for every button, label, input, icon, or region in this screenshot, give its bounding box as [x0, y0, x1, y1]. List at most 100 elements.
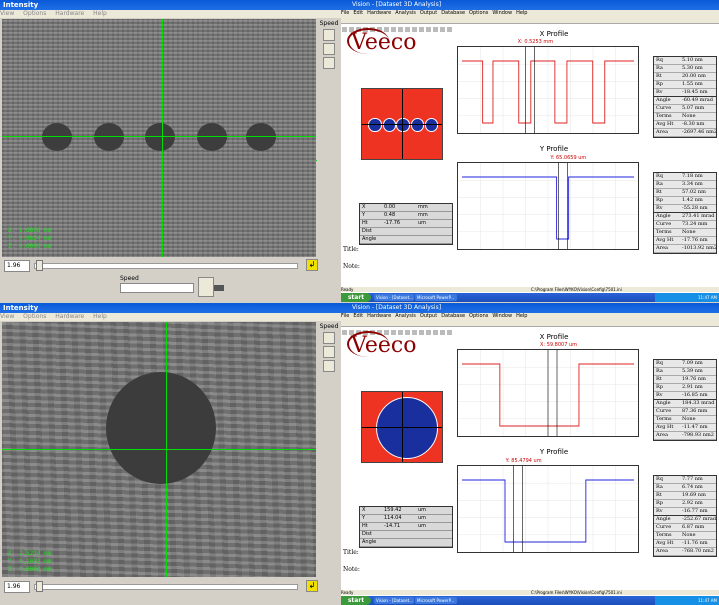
stat-row: Angle 184.33 mrad	[654, 400, 716, 408]
map-cursor[interactable]	[362, 124, 442, 125]
y-profile-chart[interactable]: Y: 85.4794 umY: 85.4794 um	[457, 458, 639, 553]
window-title: Vision - [Dataset 3D Analysis]	[341, 303, 719, 313]
menu-item[interactable]: File	[341, 313, 349, 319]
intensity-image[interactable]: X: 2.5214 mm Y: 0.1033 mm Z: 0.0000 mm	[2, 322, 316, 577]
stat-row: Angle -252.67 mrad	[654, 516, 717, 524]
menu-item[interactable]: Window	[492, 313, 512, 319]
intensity-image[interactable]: X: 1.6898 mm Y: 0.9624 mm Z: 0.0000 mm	[2, 19, 316, 257]
x-profile-chart[interactable]: X: 0.5253 mmX: 0.5253 mm	[457, 39, 639, 134]
map-cursor[interactable]	[362, 427, 442, 428]
crosshair-vertical[interactable]	[162, 19, 163, 257]
system-tray: 11:47 AM	[655, 596, 719, 605]
menu-item[interactable]: Help	[516, 10, 527, 16]
intensity-slider-thumb[interactable]	[36, 260, 43, 271]
hole	[145, 123, 175, 151]
menu-help[interactable]: Help	[93, 313, 107, 320]
speed-button[interactable]	[323, 29, 335, 41]
x-profile-chart[interactable]: X: 59.8007 umX: 59.8007 um	[457, 342, 639, 437]
stat-row: Rt 19.69 nm	[654, 492, 716, 500]
surface-map[interactable]	[361, 88, 443, 160]
y-profile-stats: Rq 7.77 nm Ra 6.74 nm Rt 19.69 nm Rp 2.92 nm Rv -…	[653, 475, 717, 517]
stat-row: Area -768.70 nm2	[654, 548, 716, 556]
toolbar[interactable]	[341, 17, 719, 32]
measurement-row: X 159.42 um	[360, 507, 452, 515]
y-profile-title: Y Profile	[539, 145, 569, 153]
profile-svg: Y: 65.0659 um	[458, 157, 638, 249]
menu-item[interactable]: Database	[441, 10, 465, 16]
pin-button[interactable]: ↲	[306, 580, 318, 592]
hole	[42, 123, 72, 151]
x-profile-stats: Rq 5.10 nm Ra 5.30 nm Rt 20.00 nm Rp 1.55 nm Rv -…	[653, 56, 717, 98]
menu-item[interactable]: Output	[420, 10, 437, 16]
stat-row: Rq 7.18 nm	[654, 173, 716, 181]
intensity-value-field[interactable]: 1.96	[4, 581, 30, 593]
intensity-slider-track[interactable]	[34, 263, 298, 269]
menu-item[interactable]: Analysis	[395, 313, 416, 319]
menu-help[interactable]: Help	[93, 10, 107, 17]
hole	[106, 372, 216, 484]
menu-item[interactable]: Options	[469, 10, 488, 16]
speed-button[interactable]	[323, 43, 335, 55]
menu-item[interactable]: Options	[469, 313, 488, 319]
taskbar-item[interactable]: Microsoft PowerP...	[415, 597, 457, 604]
measurement-row: Angle	[360, 539, 452, 547]
speed-button[interactable]	[323, 346, 335, 358]
menu-item[interactable]: Edit	[353, 10, 363, 16]
title-label: Title:	[343, 549, 359, 556]
menu-options[interactable]: Options	[23, 313, 46, 320]
menu-item[interactable]: Database	[441, 313, 465, 319]
window-title: Intensity	[0, 303, 341, 313]
surface-map[interactable]	[361, 391, 443, 463]
stat-row: Curve 6.87 mm	[654, 524, 716, 532]
stat-row: Rp 2.92 nm	[654, 500, 716, 508]
menu-item[interactable]: Hardware	[367, 313, 391, 319]
intensity-slider-row: 1.96 ↲ Speed	[0, 257, 341, 302]
crosshair-horizontal[interactable]	[2, 449, 316, 450]
crosshair-vertical[interactable]	[166, 322, 167, 577]
menu-item[interactable]: Edit	[353, 313, 363, 319]
toolbar[interactable]	[341, 320, 719, 335]
menu-view[interactable]: View	[0, 10, 14, 17]
intensity-slider-track[interactable]	[34, 584, 298, 590]
intensity-slider-thumb[interactable]	[36, 581, 43, 592]
stat-row: Rt 20.00 nm	[654, 73, 716, 81]
position-readout: X: 2.5214 mm Y: 0.1033 mm Z: 0.0000 mm	[8, 550, 52, 573]
veeco-logo: Veeco	[351, 30, 417, 55]
menu-view[interactable]: View	[0, 313, 14, 320]
menu-item[interactable]: Analysis	[395, 10, 416, 16]
speed-steps[interactable]	[120, 283, 194, 293]
x-profile-stats-extra: Angle -60.49 mrad Curve 5.07 mm Terms None Avg…	[653, 96, 717, 138]
menu-item[interactable]: Hardware	[367, 10, 391, 16]
measurement-row: X 0.00 mm	[360, 204, 452, 212]
speed-indicator	[198, 277, 214, 297]
taskbar-item[interactable]: Microsoft PowerP...	[415, 294, 457, 301]
camera-icon[interactable]	[214, 285, 224, 291]
vision-window-bottom: Vision - [Dataset 3D Analysis] File Edit H…	[341, 303, 719, 605]
start-button[interactable]: start	[341, 293, 371, 302]
taskbar-item[interactable]: Vision - [Dataset...	[374, 294, 414, 301]
measurement-row: Y 114.04 um	[360, 515, 452, 523]
speed-button[interactable]	[323, 57, 335, 69]
speed-button[interactable]	[323, 360, 335, 372]
menu-bar: View Options Hardware Help	[0, 313, 341, 321]
stat-row: Terms None	[654, 532, 716, 540]
speed-button[interactable]	[323, 332, 335, 344]
stat-row: Curve 5.07 mm	[654, 105, 716, 113]
menu-item[interactable]: File	[341, 10, 349, 16]
stat-row: Area -1013.92 nm2	[654, 245, 718, 253]
menu-item[interactable]: Output	[420, 313, 437, 319]
crosshair-horizontal[interactable]	[2, 136, 316, 137]
intensity-value-field[interactable]: 1.96	[4, 260, 30, 272]
taskbar-item[interactable]: Vision - [Dataset...	[374, 597, 414, 604]
title-label: Title:	[343, 246, 359, 253]
stat-row: Angle 273.41 mrad	[654, 213, 716, 221]
menu-hardware[interactable]: Hardware	[55, 313, 84, 320]
menu-item[interactable]: Help	[516, 313, 527, 319]
y-profile-chart[interactable]: Y: 65.0659 umY: 65.0659 um	[457, 155, 639, 250]
menu-item[interactable]: Window	[492, 10, 512, 16]
pin-button[interactable]: ↲	[306, 259, 318, 271]
menu-hardware[interactable]: Hardware	[55, 10, 84, 17]
menu-options[interactable]: Options	[23, 10, 46, 17]
start-button[interactable]: start	[341, 596, 371, 605]
cursor-readout: X: 59.8007 um	[540, 342, 578, 348]
